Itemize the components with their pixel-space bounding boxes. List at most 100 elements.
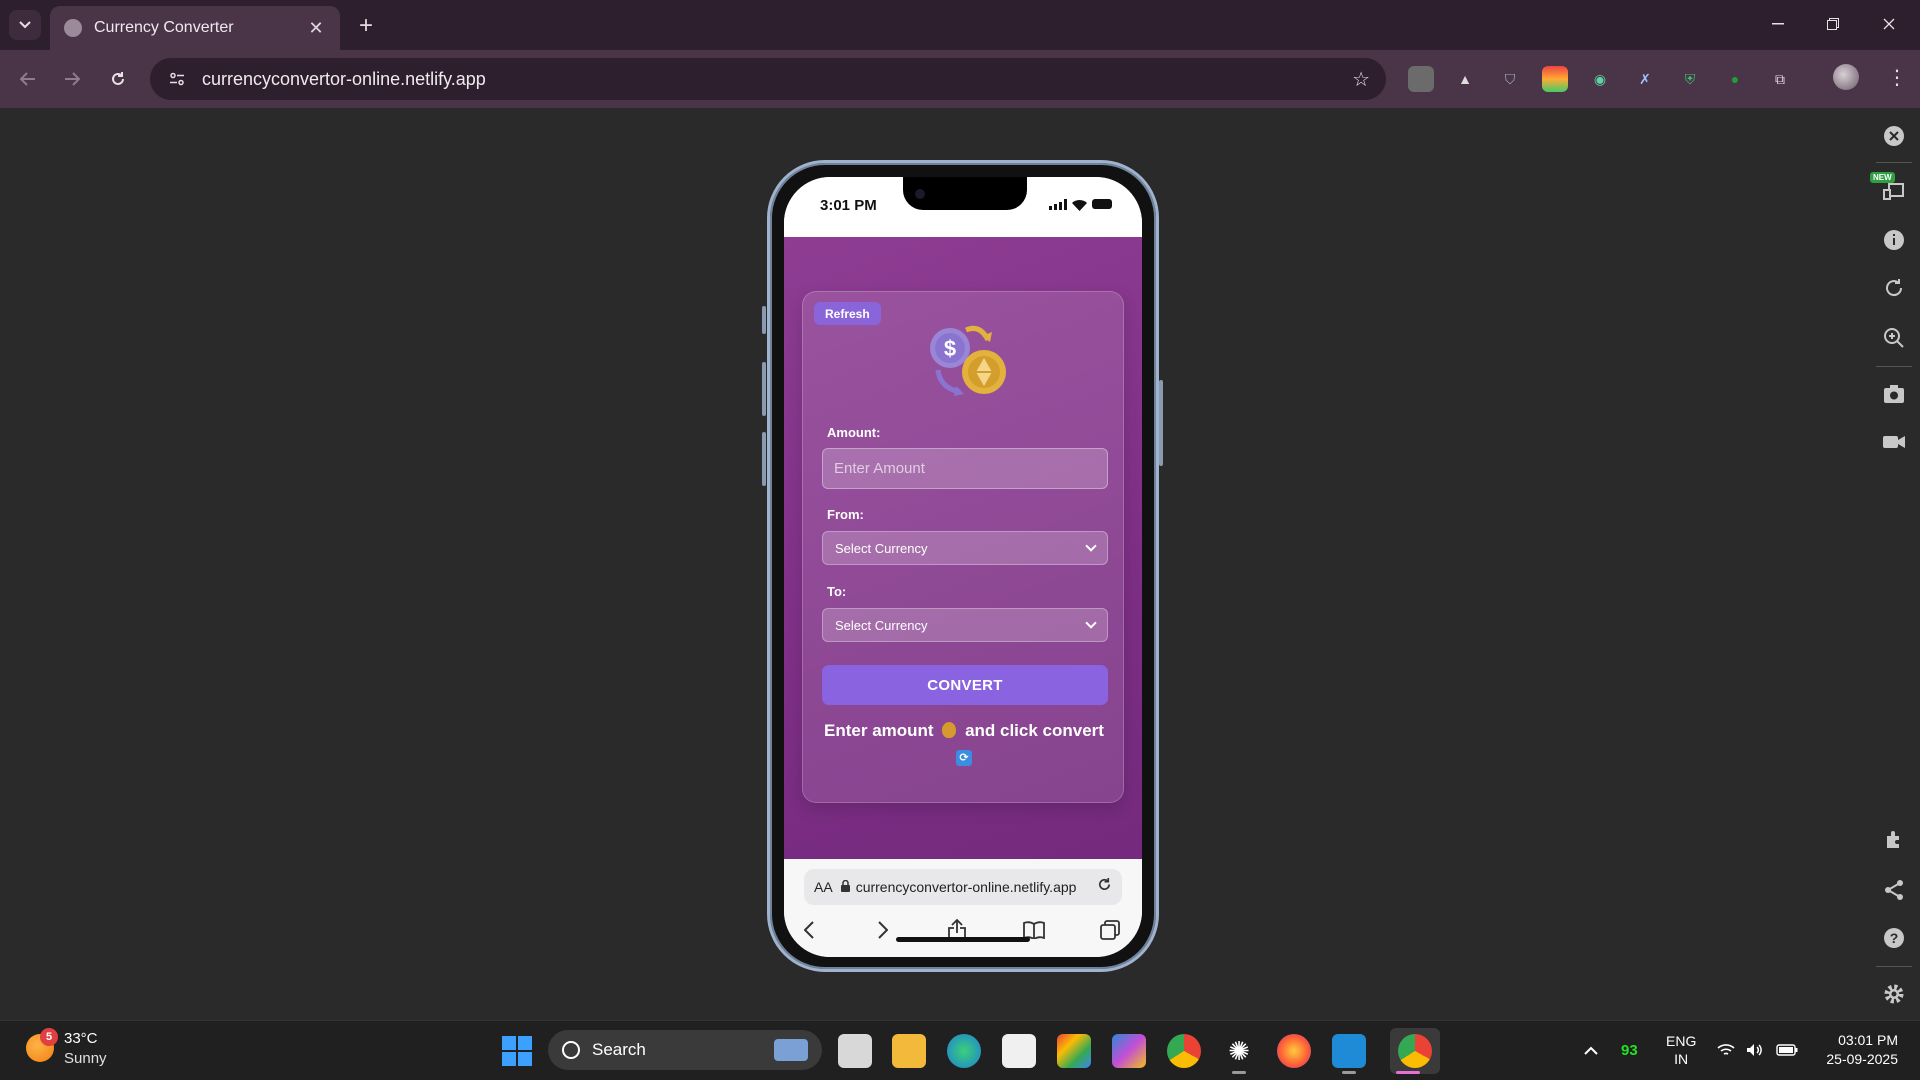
safari-address-bar[interactable]: AA currencyconvertor-online.netlify.app [804, 869, 1122, 905]
edge-icon[interactable] [947, 1034, 981, 1068]
windows-start-icon[interactable] [502, 1036, 532, 1066]
phone-screen: 3:01 PM Refresh $ Amount: Enter Amount F… [784, 177, 1142, 957]
tab-title: Currency Converter [94, 19, 234, 36]
clock-time: 03:01 PM [1838, 1032, 1898, 1048]
extension-mountain-icon[interactable]: ▲ [1452, 66, 1478, 92]
tray-overflow-icon[interactable] [1584, 1020, 1598, 1080]
extension-shield-icon[interactable]: ⛉ [1497, 66, 1523, 92]
window-close-button[interactable] [1866, 10, 1912, 38]
side-divider [1876, 966, 1912, 967]
arrow-right-icon [65, 72, 80, 86]
extension-green-icon[interactable]: ● [1722, 66, 1748, 92]
to-label: To: [827, 584, 847, 599]
to-currency-value: Select Currency [835, 617, 928, 633]
tab-strip: Currency Converter ✕ + [0, 0, 1920, 50]
chrome-icon[interactable] [1167, 1034, 1201, 1068]
text-size-button[interactable]: AA [814, 879, 833, 895]
tab-close-icon[interactable]: ✕ [306, 18, 326, 38]
reload-icon [112, 72, 124, 85]
record-icon[interactable] [1880, 428, 1908, 456]
gmail-icon[interactable] [1057, 1034, 1091, 1068]
help-icon[interactable]: ? [1880, 924, 1908, 952]
money-bag-icon [942, 722, 957, 738]
clock-date: 25-09-2025 [1826, 1051, 1898, 1067]
taskbar-clock[interactable]: 03:01 PM 25-09-2025 [1812, 1031, 1898, 1069]
safari-back-button[interactable] [796, 917, 822, 943]
weather-condition[interactable]: Sunny [64, 1050, 107, 1067]
chevron-left-icon [804, 921, 814, 939]
convert-button[interactable]: CONVERT [822, 665, 1108, 705]
forward-button[interactable] [57, 64, 87, 94]
to-currency-select[interactable]: Select Currency [822, 608, 1108, 642]
minimize-button[interactable] [1755, 10, 1801, 38]
amount-input[interactable] [822, 448, 1108, 489]
taskbar-search[interactable]: Search [548, 1030, 822, 1070]
address-bar[interactable]: currencyconvertor-online.netlify.app ☆ [150, 58, 1386, 100]
restore-icon [1827, 18, 1839, 30]
app-background: Refresh $ Amount: From: [784, 237, 1142, 859]
chevron-down-icon [1085, 540, 1097, 552]
info-icon[interactable] [1880, 226, 1908, 254]
tabs-icon [1100, 920, 1120, 940]
battery-icon [1092, 199, 1112, 209]
rotate-icon[interactable] [1880, 274, 1908, 302]
browser-tab[interactable]: Currency Converter ✕ [50, 6, 340, 50]
extension-adblock-icon[interactable]: ⛨ [1677, 66, 1703, 92]
weather-alert-badge: 5 [40, 1028, 58, 1046]
file-explorer-icon[interactable] [892, 1034, 926, 1068]
reload-button[interactable] [103, 64, 133, 94]
volume-icon[interactable] [1746, 1020, 1764, 1080]
camera-icon [915, 189, 925, 199]
browser-toolbar: currencyconvertor-online.netlify.app ☆ ▲… [0, 50, 1920, 108]
reload-icon[interactable] [1097, 877, 1112, 897]
vscode-icon[interactable] [1332, 1034, 1366, 1068]
weather-temperature[interactable]: 33°C [64, 1030, 98, 1047]
extensions-icon[interactable] [1880, 826, 1908, 854]
from-currency-select[interactable]: Select Currency [822, 531, 1108, 565]
extension-color-icon[interactable] [1542, 66, 1568, 92]
battery-icon[interactable] [1776, 1020, 1798, 1080]
bookmark-star-icon[interactable]: ☆ [1352, 67, 1370, 92]
chatgpt-icon[interactable]: ✺ [1222, 1034, 1256, 1068]
svg-text:$: $ [944, 336, 956, 361]
profile-avatar[interactable] [1833, 64, 1859, 90]
tray-language[interactable]: ENG IN [1666, 1031, 1696, 1069]
currency-exchange-icon: $ [930, 325, 1006, 396]
safari-url-text: currencyconvertor-online.netlify.app [855, 879, 1077, 895]
zoom-icon[interactable] [1880, 324, 1908, 352]
url-text[interactable]: currencyconvertor-online.netlify.app [202, 69, 1352, 90]
close-icon[interactable] [1880, 122, 1908, 150]
share-icon[interactable] [1880, 876, 1908, 904]
refresh-button[interactable]: Refresh [814, 302, 881, 325]
copilot-icon[interactable] [1112, 1034, 1146, 1068]
arrow-left-icon [20, 72, 35, 86]
site-info-icon[interactable] [166, 68, 188, 90]
microsoft-store-icon[interactable] [1002, 1034, 1036, 1068]
restore-button[interactable] [1810, 10, 1856, 38]
svg-text:?: ? [1890, 930, 1899, 946]
side-divider [1876, 162, 1912, 163]
back-button[interactable] [13, 64, 43, 94]
menu-kebab-icon[interactable]: ⋮ [1884, 64, 1910, 90]
safari-toolbar: AA currencyconvertor-online.netlify.app [784, 859, 1142, 957]
tray-battery-percent[interactable]: 93 [1621, 1020, 1638, 1080]
chevron-down-icon [1085, 617, 1097, 629]
wifi-icon[interactable] [1717, 1020, 1735, 1080]
settings-icon[interactable] [1880, 980, 1908, 1008]
chrome-profile-icon[interactable] [1398, 1034, 1432, 1068]
phone-volume-up [762, 362, 766, 416]
safari-forward-button[interactable] [870, 917, 896, 943]
devices-icon[interactable] [1880, 176, 1908, 204]
tab-search-button[interactable] [9, 10, 41, 40]
extensions-puzzle-icon[interactable]: ⧉ [1767, 66, 1793, 92]
task-view-icon[interactable] [838, 1034, 872, 1068]
extension-owl-icon[interactable]: ◉ [1587, 66, 1613, 92]
screenshot-icon[interactable] [1880, 380, 1908, 408]
extension-grammar-icon[interactable]: ✗ [1632, 66, 1658, 92]
new-tab-button[interactable]: + [352, 12, 380, 40]
phone-mute-switch [762, 306, 766, 334]
extension-folder-icon[interactable] [1408, 66, 1434, 92]
firefox-icon[interactable] [1277, 1034, 1311, 1068]
safari-tabs-button[interactable] [1097, 917, 1123, 943]
chevron-right-icon [878, 921, 888, 939]
